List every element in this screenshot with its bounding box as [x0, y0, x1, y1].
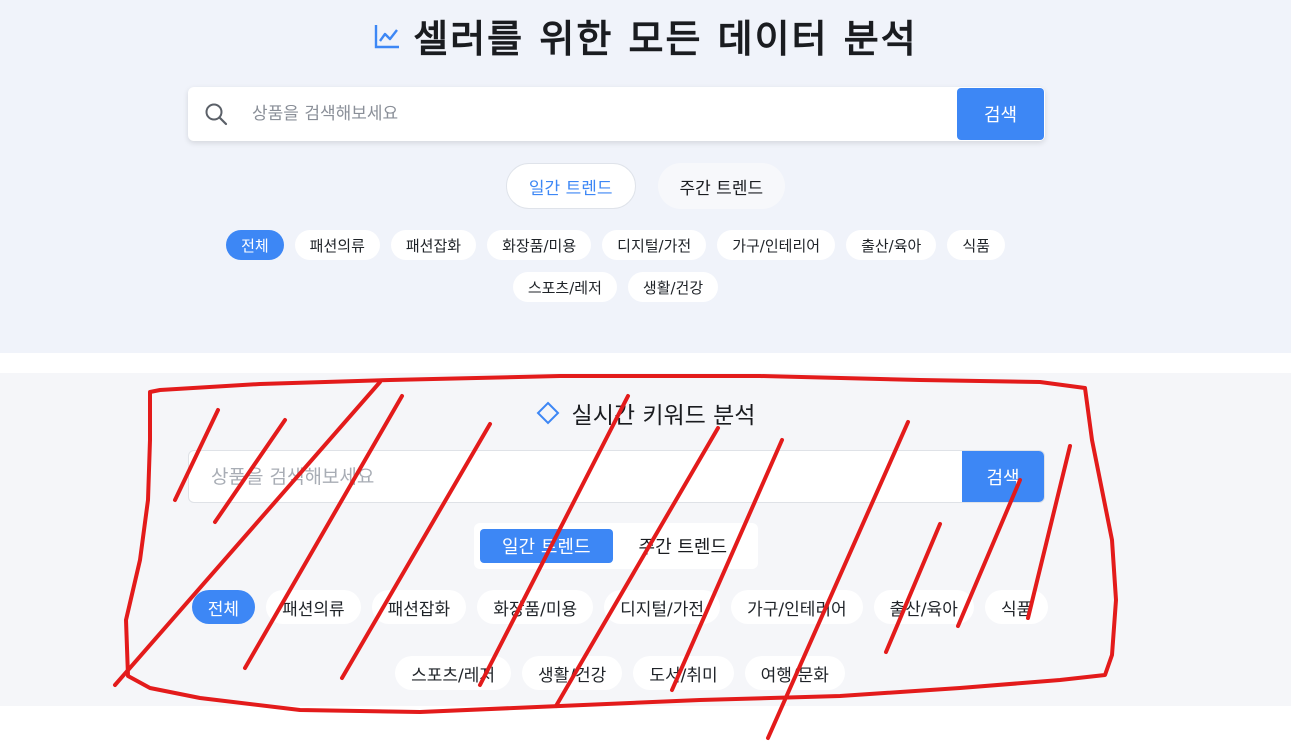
diamond-icon [536, 401, 559, 425]
hero-category-chips: 전체 패션의류 패션잡화 화장품/미용 디지털/가전 가구/인테리어 출산/육아… [200, 230, 1091, 302]
hero-search-input[interactable] [252, 104, 957, 124]
category-chip-food[interactable]: 식품 [984, 590, 1049, 624]
category-chip-living[interactable]: 생활/건강 [522, 656, 623, 690]
category-chip-beauty[interactable]: 화장품/미용 [487, 230, 592, 260]
category-chip-fashion-accessories[interactable]: 패션잡화 [390, 230, 477, 260]
category-chip-beauty[interactable]: 화장품/미용 [477, 590, 594, 624]
category-chip-travel[interactable]: 여행/문화 [744, 656, 845, 690]
category-chip-baby[interactable]: 출산/육아 [873, 590, 974, 624]
tab-weekly-trend[interactable]: 주간 트렌드 [657, 163, 786, 209]
category-chip-furniture[interactable]: 가구/인테리어 [731, 590, 863, 624]
category-chip-fashion-accessories[interactable]: 패션잡화 [371, 590, 467, 624]
category-chip-books[interactable]: 도서/취미 [633, 656, 734, 690]
category-chip-furniture[interactable]: 가구/인테리어 [717, 230, 836, 260]
keyword-search-button[interactable]: 검색 [962, 451, 1044, 502]
category-chip-digital[interactable]: 디지털/가전 [602, 230, 707, 260]
tab-weekly-trend[interactable]: 주간 트렌드 [617, 529, 750, 563]
keyword-search-input[interactable] [189, 465, 962, 488]
category-chip-living[interactable]: 생활/건강 [627, 272, 719, 302]
search-icon [205, 103, 228, 126]
keyword-section-title: 실시간 키워드 분석 [571, 403, 756, 429]
category-chip-sports[interactable]: 스포츠/레저 [512, 272, 617, 302]
hero-trend-tabs: 일간 트렌드 주간 트렌드 [0, 163, 1291, 209]
hero-search-button[interactable]: 검색 [957, 88, 1044, 140]
tab-daily-trend[interactable]: 일간 트렌드 [480, 529, 613, 563]
category-chip-sports[interactable]: 스포츠/레저 [395, 656, 512, 690]
category-chip-digital[interactable]: 디지털/가전 [604, 590, 721, 624]
line-chart-icon [375, 24, 400, 48]
category-chip-baby[interactable]: 출산/육아 [846, 230, 937, 260]
tab-daily-trend[interactable]: 일간 트렌드 [505, 163, 636, 209]
category-chip-all[interactable]: 전체 [226, 230, 284, 260]
hero-search-bar: 검색 [188, 87, 1045, 141]
category-chip-fashion-clothing[interactable]: 패션의류 [294, 230, 380, 260]
keyword-section-header: 실시간 키워드 분석 [0, 396, 1291, 430]
category-chip-fashion-clothing[interactable]: 패션의류 [266, 590, 361, 624]
keyword-trend-toggle: 일간 트렌드 주간 트렌드 [474, 523, 758, 569]
category-chip-all[interactable]: 전체 [191, 590, 256, 624]
keyword-search-bar: 검색 [188, 450, 1045, 503]
category-chip-food[interactable]: 식품 [947, 230, 1005, 260]
page-title: 셀러를 위한 모든 데이터 분석 [413, 17, 918, 61]
hero-header: 셀러를 위한 모든 데이터 분석 [0, 8, 1291, 63]
keyword-category-chips: 전체 패션의류 패션잡화 화장품/미용 디지털/가전 가구/인테리어 출산/육아… [150, 590, 1090, 690]
